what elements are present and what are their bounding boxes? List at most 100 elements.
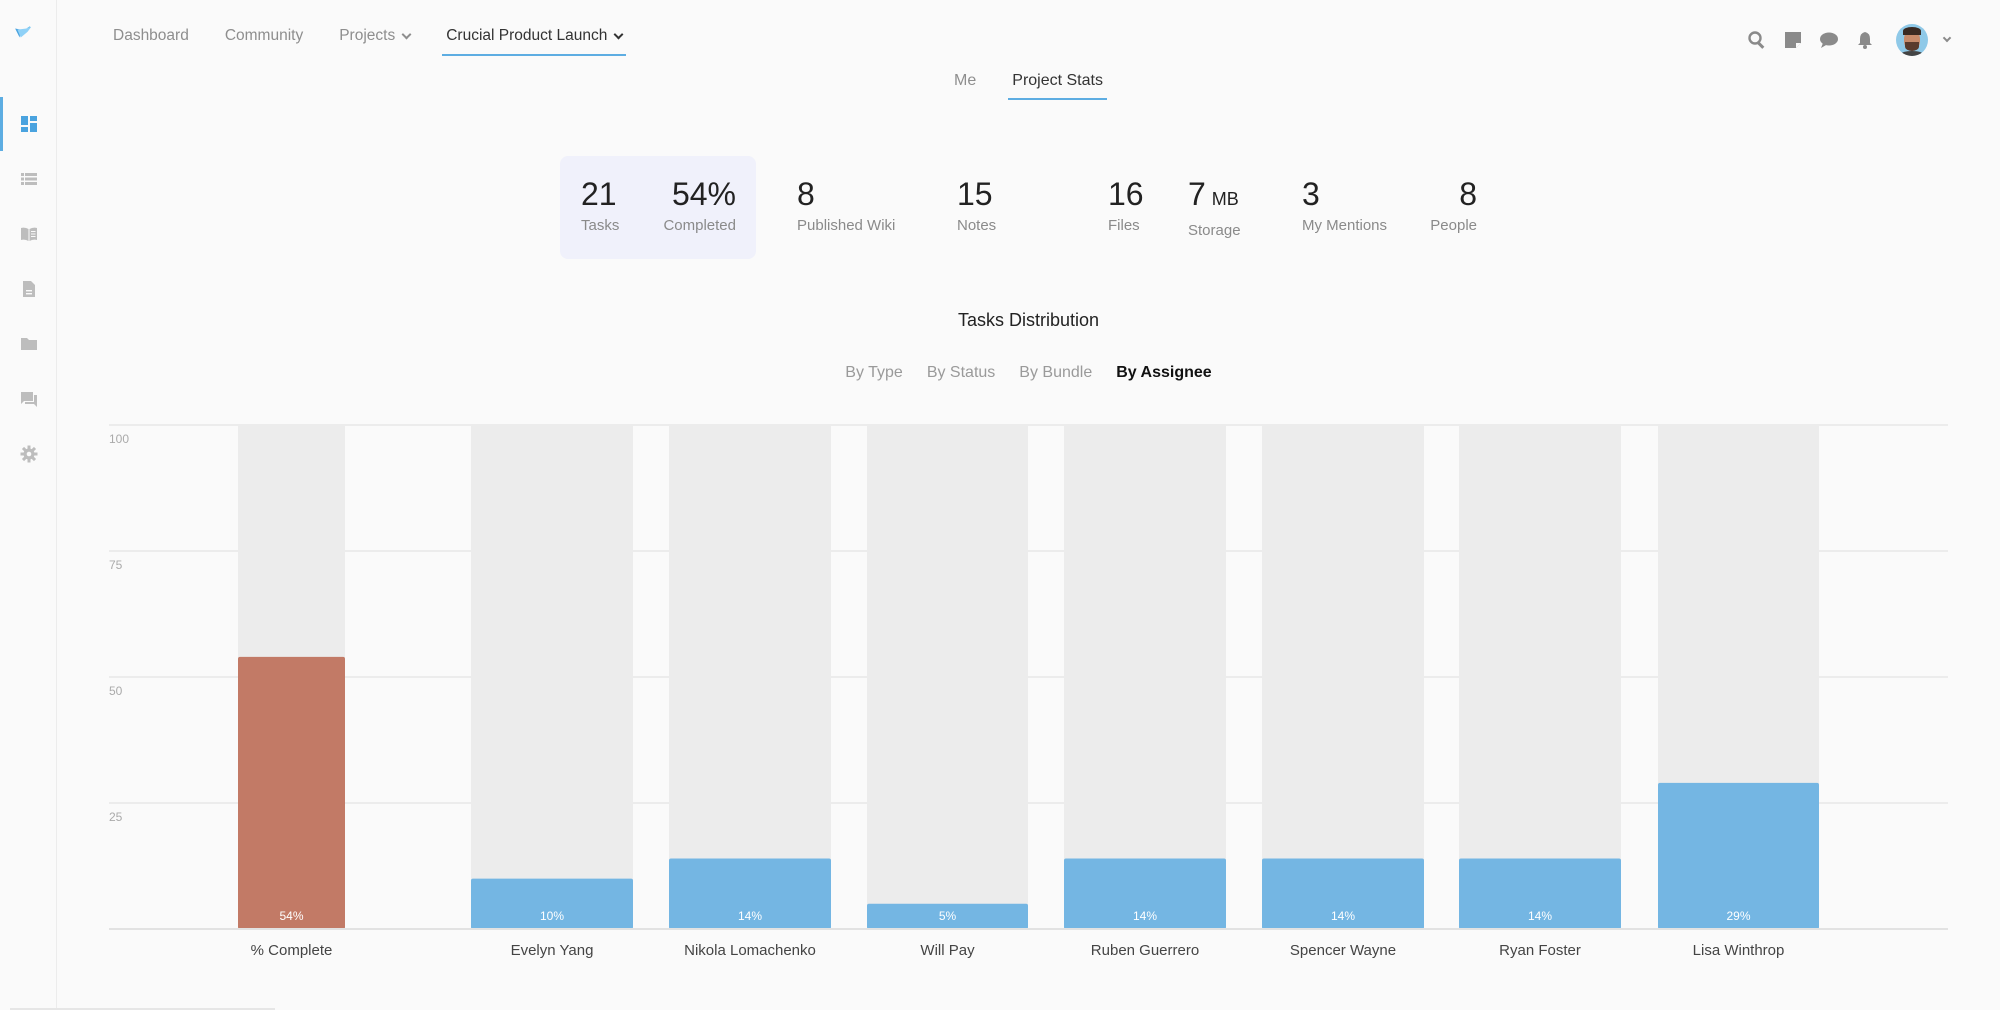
category-label: Lisa Winthrop [1693, 942, 1785, 959]
dashboard-icon [20, 116, 37, 132]
stat-notes-label: Notes [957, 217, 997, 234]
stat-wiki-value: 8 [797, 176, 815, 212]
notifications-button[interactable] [1854, 29, 1876, 51]
header-actions [1746, 24, 1952, 56]
nav-community-label: Community [224, 27, 304, 44]
bar[interactable] [1459, 858, 1621, 929]
stat-storage-unit: MB [1211, 189, 1239, 209]
stat-files: 16 Files [1108, 176, 1144, 234]
stat-tasks-value: 21 [581, 176, 617, 212]
stat-people: 8 People [1430, 176, 1477, 234]
chat-bubble-icon [1820, 32, 1838, 48]
stat-storage: 7 MB Storage [1188, 176, 1241, 239]
y-tick-label: 100 [109, 432, 129, 446]
stat-mentions: 3 My Mentions [1302, 176, 1387, 234]
bar[interactable] [1064, 858, 1226, 929]
chevron-down-icon [401, 29, 412, 39]
stat-completed-label: Completed [663, 217, 736, 234]
y-tick-label: 50 [109, 684, 123, 698]
category-label: Nikola Lomachenko [684, 942, 816, 959]
list-icon [20, 173, 37, 185]
tab-me[interactable]: Me [950, 72, 980, 100]
notes-button[interactable] [1782, 29, 1804, 51]
search-icon [1748, 31, 1765, 49]
bar-track [867, 425, 1028, 929]
category-label: % Complete [251, 942, 333, 959]
tab-by-type[interactable]: By Type [845, 364, 903, 382]
sidebar-item-dashboard[interactable] [0, 97, 57, 151]
distribution-tabs: By Type By Status By Bundle By Assignee [57, 364, 2000, 382]
stat-people-value: 8 [1459, 176, 1477, 212]
bar-track [669, 425, 831, 929]
category-label: Spencer Wayne [1290, 942, 1396, 959]
sticky-note-icon [1785, 32, 1801, 48]
distribution-title: Tasks Distribution [957, 310, 1100, 330]
sidebar-item-settings[interactable] [0, 427, 57, 481]
bar[interactable] [669, 858, 831, 929]
stat-notes: 15 Notes [957, 176, 996, 234]
wiki-book-icon [20, 227, 37, 241]
y-tick-label: 75 [109, 558, 123, 572]
search-button[interactable] [1746, 29, 1768, 51]
category-label: Will Pay [920, 942, 975, 959]
bar-track [1064, 425, 1226, 929]
document-icon [22, 281, 35, 297]
stat-tasks-label: Tasks [581, 217, 620, 234]
nav-projects-label: Projects [339, 27, 396, 44]
stat-notes-value: 15 [957, 176, 993, 212]
stat-files-label: Files [1108, 217, 1140, 234]
chevron-down-icon [613, 29, 624, 39]
chevron-down-icon[interactable] [1942, 33, 1952, 43]
bar-track [1262, 425, 1424, 929]
stat-storage-label: Storage [1188, 222, 1241, 239]
stat-completed-value: 54% [671, 176, 736, 212]
gear-icon [20, 445, 37, 463]
nav-current-project-label: Crucial Product Launch [446, 27, 608, 44]
bar[interactable] [1262, 858, 1424, 929]
bar-track [471, 425, 633, 929]
messages-button[interactable] [1818, 29, 1840, 51]
view-tabs: Me Project Stats [0, 72, 2000, 100]
category-label: Evelyn Yang [511, 942, 594, 959]
category-label: Ruben Guerrero [1091, 942, 1199, 959]
chat-icon [20, 392, 37, 407]
stat-tasks: 21 Tasks [581, 176, 619, 234]
stat-storage-value: 7 [1188, 176, 1206, 212]
user-avatar[interactable] [1896, 24, 1928, 56]
app-logo[interactable] [14, 24, 46, 48]
stat-wiki-label: Published Wiki [797, 217, 896, 234]
bar[interactable] [471, 878, 633, 929]
nav-current-project[interactable]: Crucial Product Launch [442, 24, 627, 56]
sidebar-item-notes[interactable] [0, 262, 57, 316]
folder-icon [20, 338, 37, 350]
sidebar-item-wiki[interactable] [0, 207, 57, 261]
y-tick-label: 25 [109, 810, 123, 824]
category-label: Ryan Foster [1499, 942, 1581, 959]
bar[interactable] [1658, 782, 1819, 929]
tab-by-status[interactable]: By Status [927, 364, 995, 382]
stat-wiki: 8 Published Wiki [797, 176, 895, 234]
stat-people-label: People [1430, 217, 1477, 234]
sidebar-item-tasks[interactable] [0, 152, 57, 206]
tab-by-assignee[interactable]: By Assignee [1116, 364, 1211, 382]
sidebar-item-discussions[interactable] [0, 372, 57, 426]
bar-track [1459, 425, 1621, 929]
nav-dashboard-label: Dashboard [113, 27, 189, 44]
stat-mentions-label: My Mentions [1302, 217, 1388, 234]
tab-project-stats[interactable]: Project Stats [1008, 72, 1107, 100]
stat-completed: 54% Completed [662, 176, 736, 234]
stat-files-value: 16 [1108, 176, 1144, 212]
bar[interactable] [867, 903, 1028, 929]
tab-by-bundle[interactable]: By Bundle [1019, 364, 1092, 382]
bell-icon [1858, 32, 1872, 49]
top-navigation: Dashboard Community Projects Crucial Pro… [113, 24, 658, 56]
tasks-distribution-chart: 25507510054%% Complete10%Evelyn Yang14%N… [109, 424, 1948, 959]
nav-dashboard[interactable]: Dashboard [113, 24, 189, 48]
nav-projects[interactable]: Projects [339, 24, 412, 48]
stat-mentions-value: 3 [1302, 176, 1320, 212]
bar[interactable] [238, 656, 345, 929]
sidebar [0, 0, 57, 1010]
nav-community[interactable]: Community [225, 24, 303, 48]
bird-logo-icon [15, 26, 31, 38]
sidebar-item-files[interactable] [0, 317, 57, 371]
